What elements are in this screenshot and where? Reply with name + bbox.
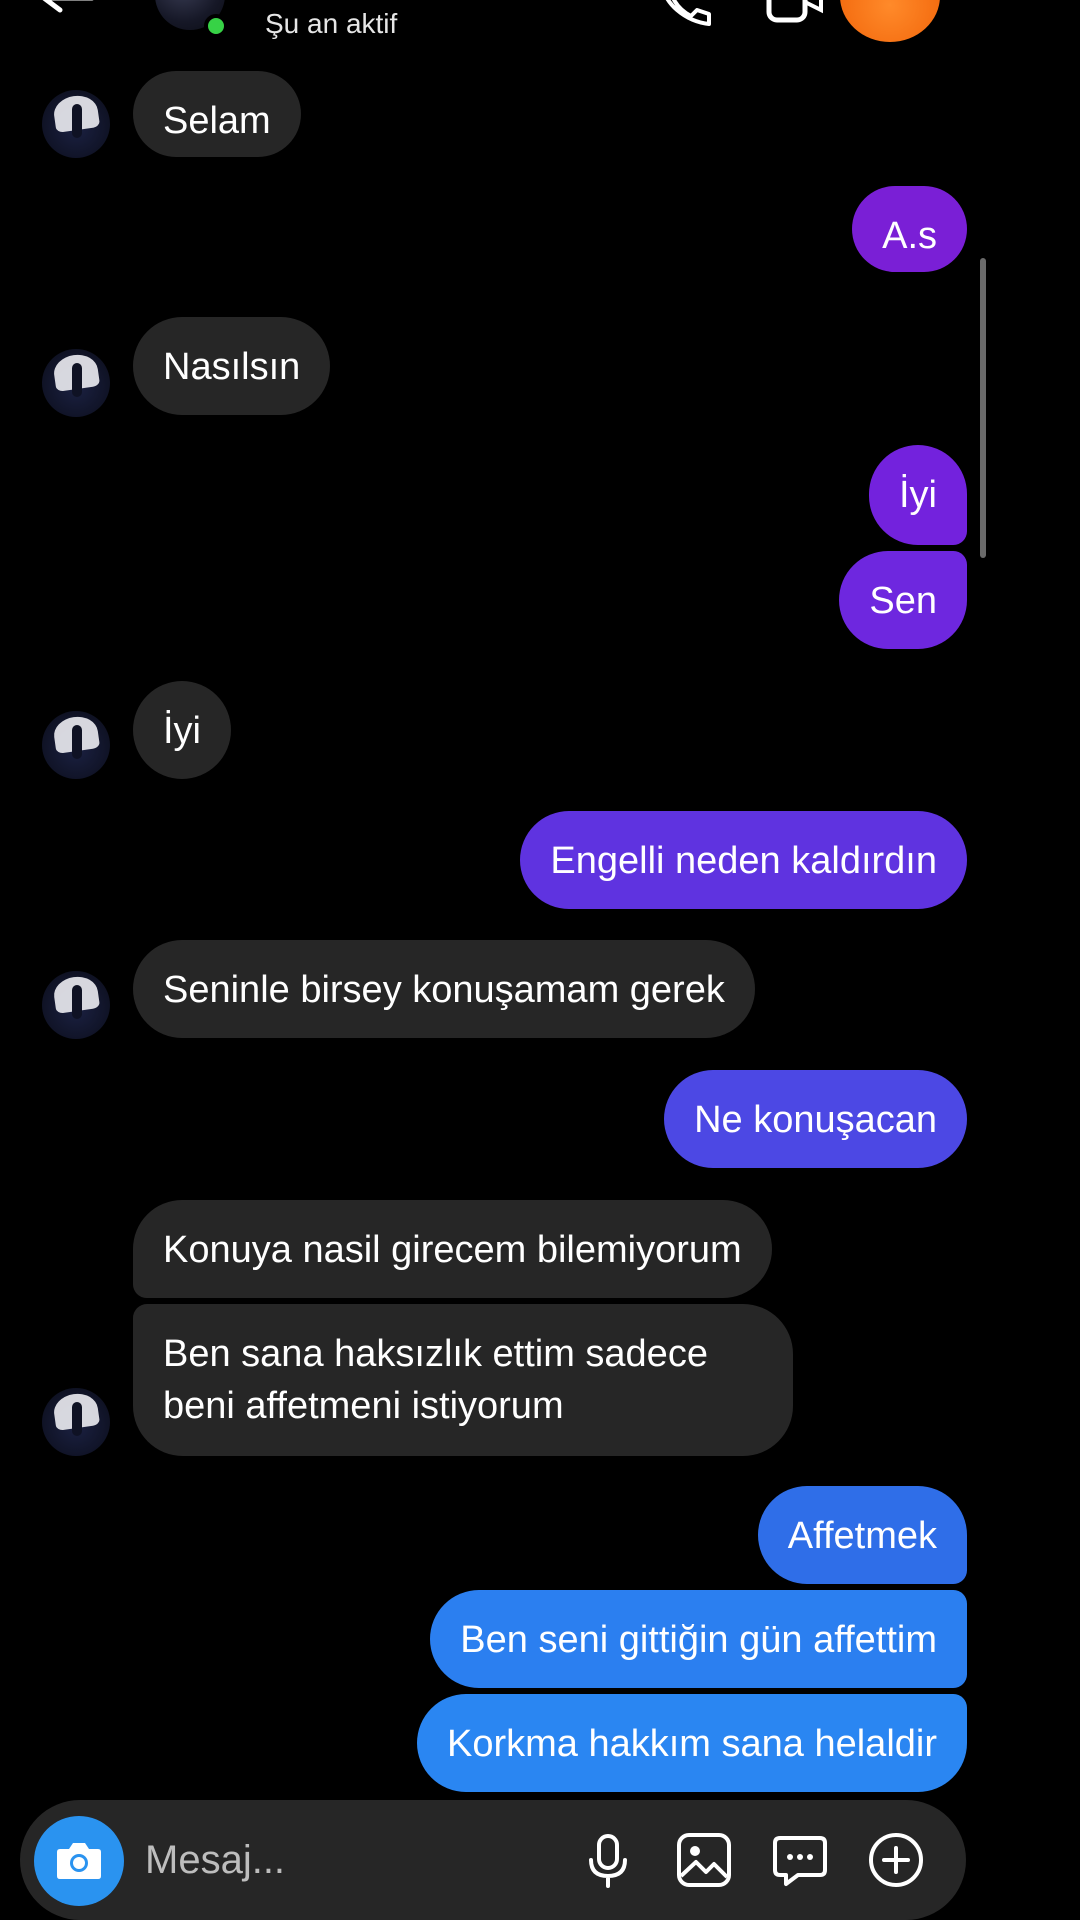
message-bubble-incoming[interactable]: Konuya nasil girecem bilemiyorum [133, 1200, 772, 1298]
online-indicator [204, 14, 228, 38]
status-text: Şu an aktif [265, 8, 398, 39]
message-bubble-outgoing[interactable]: Affetmek [757, 1486, 967, 1584]
phone-icon[interactable] [655, 0, 715, 30]
scrollbar[interactable] [980, 258, 986, 558]
message-bubble-outgoing[interactable]: Korkma hakkım sana helaldir [417, 1694, 967, 1792]
message-bubble-incoming[interactable]: Nasılsın [133, 317, 331, 415]
message-bubble-outgoing[interactable]: Ben seni gittiğin gün affettim [430, 1590, 967, 1688]
sender-avatar[interactable] [42, 971, 110, 1039]
message-bubble-incoming[interactable]: Selam [133, 71, 301, 157]
message-bubble-outgoing[interactable]: A.s [852, 186, 967, 272]
sticker-chat-icon[interactable] [770, 1830, 830, 1890]
gallery-icon[interactable] [674, 1830, 734, 1890]
sender-avatar[interactable] [42, 349, 110, 417]
back-arrow-icon[interactable] [36, 0, 96, 30]
message-bubble-incoming[interactable]: Ben sana haksızlık ettim sadece beni aff… [133, 1304, 793, 1456]
message-bubble-outgoing[interactable]: Ne konuşacan [664, 1070, 967, 1168]
message-bubble-outgoing[interactable]: Engelli neden kaldırdın [520, 811, 967, 909]
camera-button[interactable] [34, 1816, 124, 1906]
message-bubble-outgoing[interactable]: Sen [839, 551, 967, 649]
message-bubble-outgoing[interactable]: İyi [869, 445, 967, 545]
chat-header: Şu an aktif [0, 0, 1080, 50]
sender-avatar[interactable] [42, 711, 110, 779]
video-camera-icon[interactable] [765, 0, 825, 26]
profile-badge[interactable] [840, 0, 940, 42]
microphone-icon[interactable] [578, 1830, 638, 1890]
message-bubble-incoming[interactable]: Seninle birsey konuşamam gerek [133, 940, 755, 1038]
message-bubble-incoming[interactable]: İyi [133, 681, 231, 779]
message-input[interactable]: Mesaj... [145, 1838, 285, 1883]
plus-icon[interactable] [866, 1830, 926, 1890]
camera-icon [57, 1843, 101, 1879]
sender-avatar[interactable] [42, 90, 110, 158]
sender-avatar[interactable] [42, 1388, 110, 1456]
